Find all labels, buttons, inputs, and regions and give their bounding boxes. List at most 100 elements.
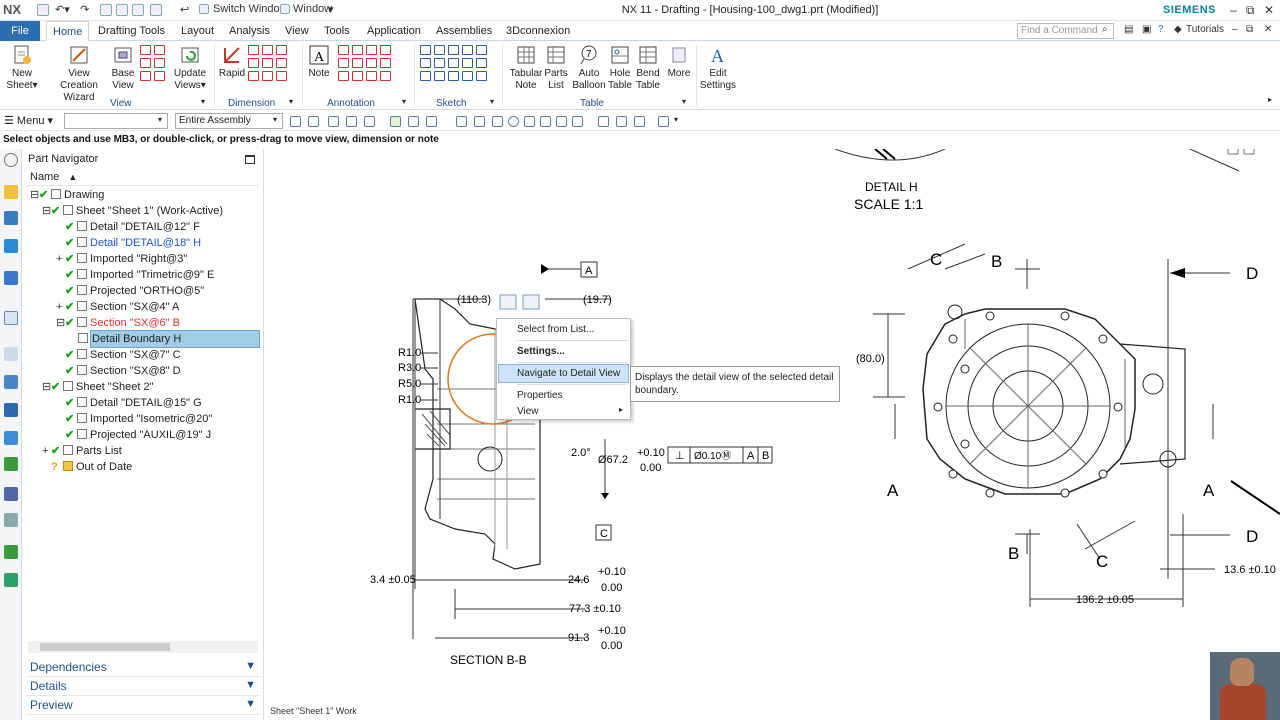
- close-icon[interactable]: ✕: [1264, 3, 1274, 17]
- tab-view[interactable]: View: [279, 21, 315, 41]
- tab-tools[interactable]: Tools: [318, 21, 356, 41]
- line-snap-icon[interactable]: [408, 116, 419, 127]
- select-all-icon[interactable]: [308, 116, 319, 127]
- min-doc-icon[interactable]: –: [1232, 24, 1238, 35]
- restore-doc-icon[interactable]: ⧉: [1246, 24, 1253, 35]
- chevron-down-icon[interactable]: ▾: [328, 3, 334, 18]
- file-menu[interactable]: File: [0, 21, 40, 41]
- minimize-icon[interactable]: –: [1230, 3, 1237, 17]
- annotation-group-expand-icon[interactable]: ▾: [402, 97, 406, 106]
- table-tool-icon[interactable]: [634, 116, 645, 127]
- ribbon-collapse-icon[interactable]: ▸: [1268, 95, 1272, 104]
- help-icon[interactable]: ?: [1158, 24, 1164, 35]
- close-doc-icon[interactable]: ✕: [1264, 24, 1272, 35]
- end-view[interactable]: [922, 304, 1186, 495]
- new-sheet-button[interactable]: New Sheet▾: [4, 41, 40, 92]
- view-small-tools[interactable]: [140, 45, 165, 81]
- name-column-header[interactable]: Name ▲: [26, 171, 258, 186]
- paste-icon[interactable]: [132, 4, 144, 16]
- horizontal-scrollbar[interactable]: [28, 641, 258, 653]
- dependencies-panel[interactable]: Dependencies ▼: [26, 660, 260, 677]
- type-filter-select[interactable]: [64, 113, 168, 129]
- command-finder-input[interactable]: Find a Command: [1017, 23, 1114, 39]
- update-views-button[interactable]: Update Views▾: [172, 41, 208, 92]
- details-panel[interactable]: Details ▼: [26, 679, 260, 696]
- tree-item[interactable]: ✔ Imported "Isometric@20": [56, 411, 212, 427]
- tree-item[interactable]: ✔ Section "SX@8" D: [56, 363, 181, 379]
- tab-drafting-tools[interactable]: Drafting Tools: [92, 21, 171, 41]
- hd3d-tools-icon[interactable]: [4, 487, 18, 501]
- dimension-small-tools[interactable]: [248, 45, 287, 81]
- reuse-library-icon[interactable]: [4, 457, 18, 471]
- copy-icon[interactable]: [116, 4, 128, 16]
- tree-item[interactable]: ⊟✔ Drawing: [30, 187, 104, 203]
- tree-item[interactable]: ✔ Projected "AUXIL@19" J: [56, 427, 211, 443]
- undo-icon[interactable]: ↶▾: [55, 3, 70, 18]
- system-materials-icon[interactable]: [4, 347, 18, 361]
- parts-list-button[interactable]: Parts List: [544, 41, 568, 92]
- sheet-tool-icon[interactable]: [598, 116, 609, 127]
- tree-item[interactable]: ✔ Detail "DETAIL@18" H: [56, 235, 201, 251]
- tree-item[interactable]: ⊟✔ Sheet "Sheet 1" (Work-Active): [42, 203, 223, 219]
- drawing-canvas[interactable]: DETAIL H SCALE 1:1 (110.3) (19.7) A R1.0…: [265, 149, 1280, 720]
- history-icon[interactable]: [4, 311, 18, 325]
- sketch-small-tools[interactable]: [420, 45, 487, 81]
- tree-item[interactable]: ⊟✔ Section "SX@6" B: [56, 315, 180, 331]
- chevron-down-icon[interactable]: ▾: [158, 115, 162, 124]
- preview-panel[interactable]: Preview ▼: [26, 698, 260, 715]
- bend-table-button[interactable]: Bend Table: [634, 41, 662, 92]
- maximize-icon[interactable]: [245, 155, 255, 164]
- tutorials-icon[interactable]: ◆: [1174, 24, 1182, 35]
- settings-item[interactable]: Settings...: [499, 343, 628, 360]
- part-navigator-icon[interactable]: [4, 211, 18, 225]
- sheet-corner-icon[interactable]: [1243, 149, 1255, 155]
- table-group-expand-icon[interactable]: ▾: [682, 97, 686, 106]
- chevron-down-icon[interactable]: ▾: [674, 115, 678, 124]
- intersection-snap-icon[interactable]: [540, 116, 551, 127]
- tree-item-selected[interactable]: Detail Boundary H: [68, 330, 260, 348]
- circle-snap-icon[interactable]: [508, 116, 519, 127]
- window-menu-button[interactable]: Window: [293, 3, 332, 18]
- scope-select[interactable]: Entire Assembly: [175, 113, 283, 129]
- dimension-group-expand-icon[interactable]: ▾: [289, 97, 293, 106]
- edit-style-icon[interactable]: [522, 294, 540, 310]
- view-tool-icon[interactable]: [616, 116, 627, 127]
- constraint-navigator-icon[interactable]: [4, 239, 18, 253]
- switch-window-icon[interactable]: [199, 4, 209, 14]
- tabular-note-button[interactable]: Tabular Note: [507, 41, 545, 92]
- filter-icon[interactable]: [290, 116, 301, 127]
- tree-item[interactable]: ✔ Imported "Trimetric@9" E: [56, 267, 214, 283]
- search-icon[interactable]: ⌕: [1102, 24, 1108, 35]
- tab-assemblies[interactable]: Assemblies: [430, 21, 498, 41]
- curve-snap-icon[interactable]: [456, 116, 467, 127]
- more-button[interactable]: More: [665, 41, 693, 80]
- view-group-expand-icon[interactable]: ▾: [201, 97, 205, 106]
- tree-item[interactable]: ✔ Projected "ORTHO@5": [56, 283, 204, 299]
- tab-analysis[interactable]: Analysis: [223, 21, 276, 41]
- properties-item[interactable]: Properties: [499, 387, 628, 404]
- tree-item[interactable]: + ✔ Imported "Right@3": [56, 251, 187, 267]
- sheet-corner-icon[interactable]: [1227, 149, 1239, 155]
- center-snap-icon[interactable]: [524, 116, 535, 127]
- auto-balloon-button[interactable]: 7 Auto Balloon: [572, 41, 606, 92]
- tab-layout[interactable]: Layout: [175, 21, 220, 41]
- roles-icon[interactable]: [4, 431, 18, 445]
- display-tool-icon[interactable]: [658, 116, 669, 127]
- box-select-icon[interactable]: [364, 116, 375, 127]
- rapid-dimension-button[interactable]: Rapid: [217, 41, 247, 80]
- switch-window-button[interactable]: Switch Window: [213, 3, 288, 18]
- edit-settings-button[interactable]: A Edit Settings: [699, 41, 737, 92]
- tab-application[interactable]: Application: [361, 21, 427, 41]
- select-from-list-item[interactable]: Select from List...: [499, 321, 628, 338]
- tree-item[interactable]: ✔ Detail "DETAIL@15" G: [56, 395, 202, 411]
- repeat-icon[interactable]: ↩: [180, 3, 189, 18]
- midpoint-snap-icon[interactable]: [556, 116, 567, 127]
- save-icon[interactable]: [37, 4, 49, 16]
- process-studio-icon[interactable]: [4, 375, 18, 389]
- tab-3dconnexion[interactable]: 3Dconnexion: [500, 21, 576, 41]
- restore-icon[interactable]: ⧉: [1246, 3, 1255, 18]
- point-snap-icon[interactable]: [492, 116, 503, 127]
- tree-item[interactable]: ? Out of Date: [42, 459, 132, 475]
- chevron-down-icon[interactable]: ▾: [273, 115, 277, 124]
- ribbon-options-icon[interactable]: ▤: [1124, 24, 1133, 35]
